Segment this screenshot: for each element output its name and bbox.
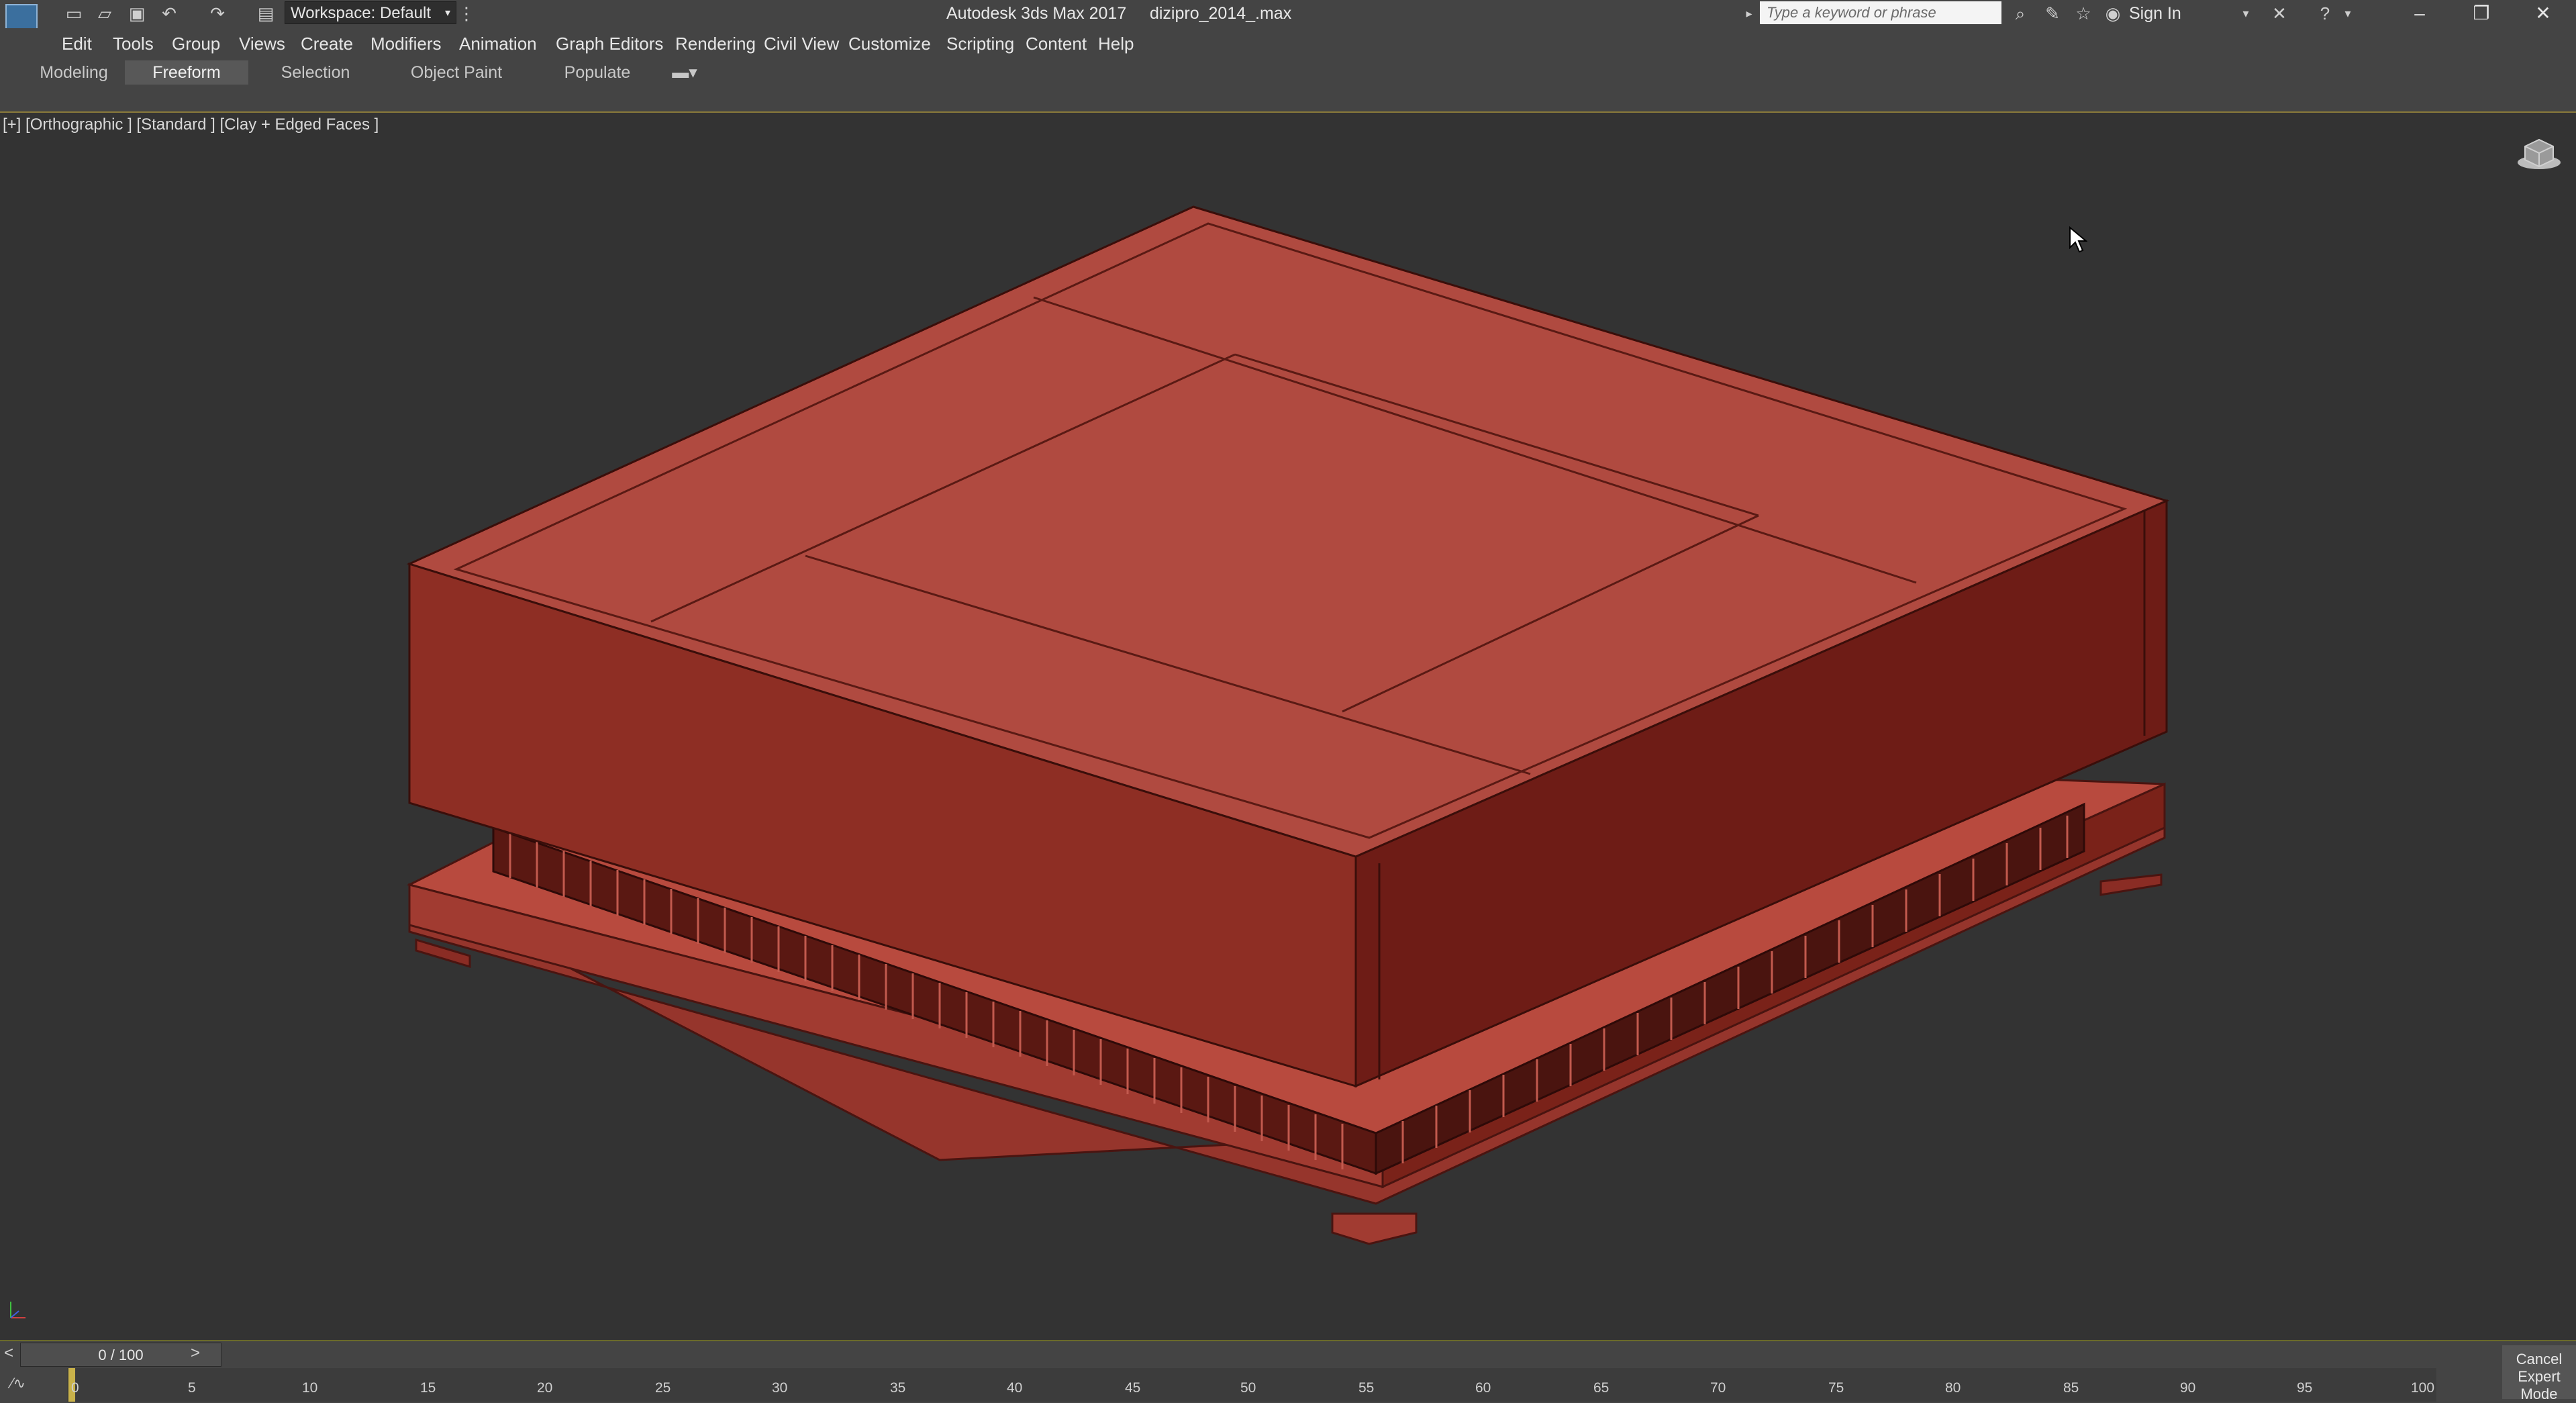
chevron-down-icon: ▾ bbox=[444, 7, 450, 19]
tick-label: 65 bbox=[1593, 1380, 1609, 1396]
customize-quick-access-icon[interactable]: ⋮ bbox=[456, 3, 477, 24]
tick-label: 100 bbox=[2411, 1380, 2435, 1396]
tick-label: 90 bbox=[2180, 1380, 2196, 1396]
ribbon-tabs: Modeling Freeform Selection Object Paint… bbox=[0, 59, 2576, 87]
tab-selection[interactable]: Selection bbox=[268, 60, 362, 85]
time-slider-next-button[interactable]: > bbox=[191, 1344, 200, 1363]
tick-label: 80 bbox=[1945, 1380, 1961, 1396]
expert-mode-label: Expert Mode bbox=[2518, 1368, 2561, 1402]
undo-icon[interactable]: ↶ bbox=[156, 3, 183, 24]
tick-label: 95 bbox=[2297, 1380, 2313, 1396]
menu-graph-editors[interactable]: Graph Editors bbox=[556, 28, 663, 59]
tab-populate[interactable]: Populate bbox=[550, 60, 644, 85]
cancel-label: Cancel bbox=[2516, 1351, 2563, 1367]
chevron-down-icon[interactable]: ▾ bbox=[2238, 3, 2254, 24]
menu-modifiers[interactable]: Modifiers bbox=[370, 28, 441, 59]
tick-label: 10 bbox=[302, 1380, 318, 1396]
menu-edit[interactable]: Edit bbox=[62, 28, 92, 59]
communication-center-icon[interactable]: ✎ bbox=[2040, 3, 2065, 24]
tick-label: 40 bbox=[1007, 1380, 1023, 1396]
menu-scripting[interactable]: Scripting bbox=[946, 28, 1014, 59]
workspace-label: Workspace: Default bbox=[291, 4, 431, 22]
workspace-dropdown[interactable]: Workspace: Default ▾ bbox=[285, 1, 456, 24]
search-expand-icon[interactable]: ▸ bbox=[1742, 3, 1756, 24]
tick-label: 15 bbox=[420, 1380, 436, 1396]
tick-label: 50 bbox=[1240, 1380, 1256, 1396]
binoculars-icon[interactable]: ⌕ bbox=[2008, 3, 2032, 24]
tick-label: 45 bbox=[1125, 1380, 1141, 1396]
menu-create[interactable]: Create bbox=[301, 28, 353, 59]
chevron-down-icon[interactable]: ▾ bbox=[2340, 3, 2356, 24]
tab-modeling[interactable]: Modeling bbox=[27, 60, 121, 85]
menu-content[interactable]: Content bbox=[1026, 28, 1087, 59]
menu-animation[interactable]: Animation bbox=[459, 28, 537, 59]
new-file-icon[interactable]: ▭ bbox=[60, 3, 87, 24]
help-icon[interactable]: ? bbox=[2313, 3, 2337, 24]
tick-label: 25 bbox=[655, 1380, 671, 1396]
menu-tools[interactable]: Tools bbox=[113, 28, 154, 59]
menu-customize[interactable]: Customize bbox=[848, 28, 931, 59]
axis-tripod-icon bbox=[5, 1296, 32, 1326]
ribbon-options-icon[interactable]: ▬▾ bbox=[664, 60, 705, 85]
user-icon: ◉ bbox=[2105, 3, 2121, 23]
ottoman-model[interactable] bbox=[0, 113, 2576, 1340]
tick-label: 35 bbox=[890, 1380, 906, 1396]
open-file-icon[interactable]: ▱ bbox=[91, 3, 118, 24]
search-input[interactable]: Type a keyword or phrase bbox=[1760, 1, 2001, 24]
app-name: Autodesk 3ds Max 2017 bbox=[946, 4, 1127, 23]
cancel-expert-mode-button[interactable]: Cancel Expert Mode bbox=[2502, 1345, 2576, 1402]
exchange-apps-icon[interactable]: ✕ bbox=[2267, 3, 2291, 24]
menu-civil-view[interactable]: Civil View bbox=[764, 28, 839, 59]
tick-label: 5 bbox=[188, 1380, 196, 1396]
file-name: dizipro_2014_.max bbox=[1149, 4, 1292, 23]
window-title: Autodesk 3ds Max 2017 dizipro_2014_.max bbox=[946, 0, 1291, 27]
tick-label: 55 bbox=[1358, 1380, 1375, 1396]
project-folder-icon[interactable]: ▤ bbox=[252, 3, 279, 24]
curve-editor-icon[interactable]: ⁄∿ bbox=[11, 1375, 26, 1392]
ribbon-panel bbox=[0, 87, 2576, 113]
menu-views[interactable]: Views bbox=[239, 28, 285, 59]
menu-help[interactable]: Help bbox=[1098, 28, 1134, 59]
save-file-icon[interactable]: ▣ bbox=[123, 3, 150, 24]
minimize-button[interactable]: – bbox=[2389, 0, 2450, 27]
menu-bar: Edit Tools Group Views Create Modifiers … bbox=[0, 28, 2576, 59]
menu-rendering[interactable]: Rendering bbox=[675, 28, 756, 59]
sign-in-button[interactable]: Sign In bbox=[2129, 0, 2181, 27]
timeline: < 0 / 100 > ⁄∿ 0 5 10 15 20 25 30 35 40 … bbox=[0, 1340, 2576, 1402]
tick-label: 60 bbox=[1475, 1380, 1491, 1396]
tick-label: 30 bbox=[772, 1380, 788, 1396]
time-slider-prev-button[interactable]: < bbox=[4, 1344, 13, 1363]
tick-label: 75 bbox=[1828, 1380, 1844, 1396]
tick-label: 85 bbox=[2063, 1380, 2079, 1396]
mouse-cursor-icon bbox=[2069, 226, 2087, 253]
tick-label: 0 bbox=[71, 1380, 79, 1396]
favorites-star-icon[interactable]: ☆ bbox=[2071, 3, 2095, 24]
menu-group[interactable]: Group bbox=[172, 28, 220, 59]
redo-icon[interactable]: ↷ bbox=[204, 3, 231, 24]
title-bar: ▭ ▱ ▣ ↶ ↷ ▤ Workspace: Default ▾ ⋮ Autod… bbox=[0, 0, 2576, 36]
close-button[interactable]: ✕ bbox=[2513, 0, 2573, 27]
tick-label: 20 bbox=[537, 1380, 553, 1396]
viewport-orthographic[interactable]: [+] [Orthographic ] [Standard ] [Clay + … bbox=[0, 113, 2576, 1340]
restore-button[interactable]: ❐ bbox=[2451, 0, 2512, 27]
frame-counter: 0 / 100 bbox=[98, 1347, 144, 1363]
tick-label: 70 bbox=[1710, 1380, 1726, 1396]
tab-object-paint[interactable]: Object Paint bbox=[403, 60, 510, 85]
tab-freeform[interactable]: Freeform bbox=[125, 60, 248, 85]
